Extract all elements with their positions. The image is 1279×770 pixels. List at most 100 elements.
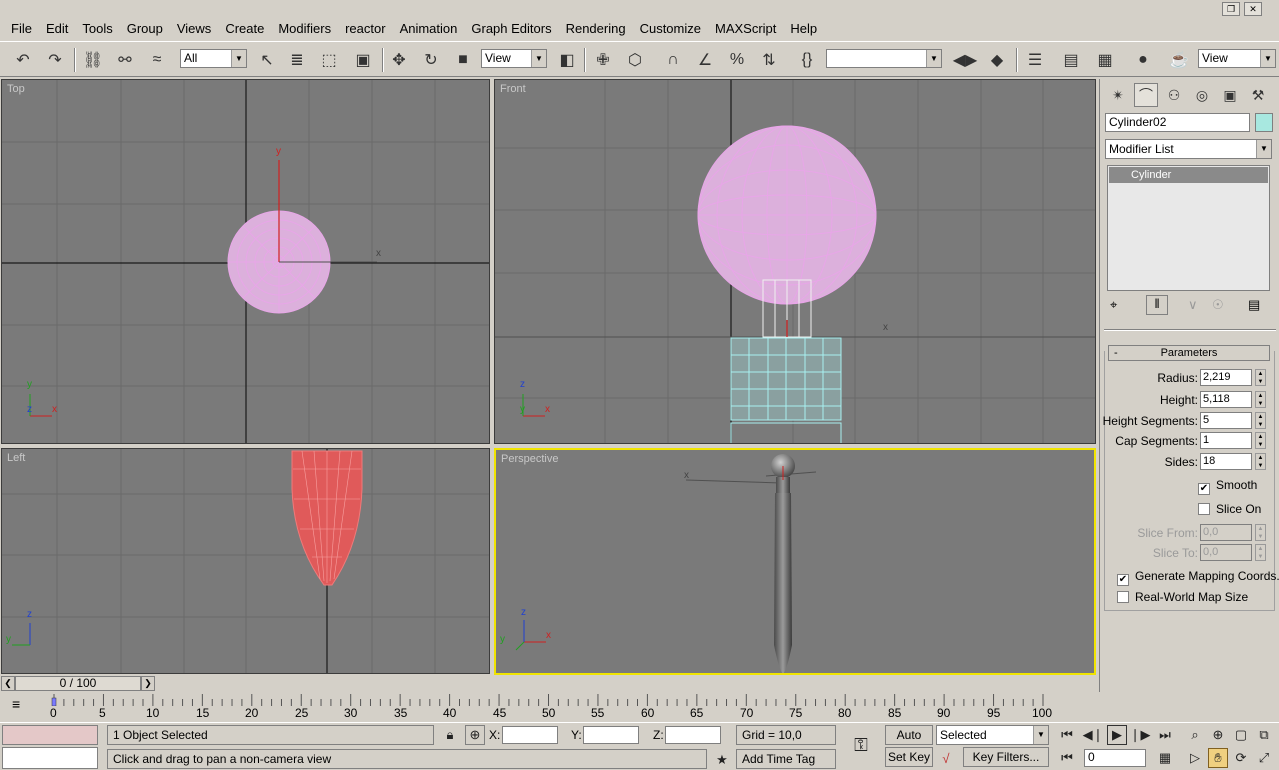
select-and-rotate-icon[interactable]: ↻ xyxy=(418,47,444,73)
layer-manager-icon[interactable]: ☰ xyxy=(1022,47,1048,73)
utilities-tab-icon[interactable]: ⚒ xyxy=(1246,83,1270,107)
set-key-button[interactable]: Set Key xyxy=(885,747,933,767)
restore-window-button[interactable]: ❐ xyxy=(1222,2,1240,16)
select-and-move-icon[interactable]: ✥ xyxy=(386,47,412,73)
snaps-toggle-icon[interactable]: ∩ xyxy=(660,47,686,73)
percent-snap-icon[interactable]: % xyxy=(724,47,750,73)
go-to-end-icon[interactable]: ⏭︎ xyxy=(1155,725,1175,745)
radius-spinner[interactable]: ▲ ▼ xyxy=(1255,369,1266,386)
menu-customize[interactable]: Customize xyxy=(633,19,708,39)
sides-input[interactable]: 18 xyxy=(1200,453,1252,470)
height-segments-spinner[interactable]: ▲ ▼ xyxy=(1255,412,1266,429)
height-segments-input[interactable]: 5 xyxy=(1200,412,1252,429)
sides-spinner[interactable]: ▲ ▼ xyxy=(1255,453,1266,470)
zoom-all-icon[interactable]: ⊕ xyxy=(1208,725,1228,745)
slice-on-checkbox[interactable]: Slice On xyxy=(1198,502,1261,518)
menu-file[interactable]: File xyxy=(4,19,39,39)
motion-tab-icon[interactable]: ◎ xyxy=(1190,83,1214,107)
menu-tools[interactable]: Tools xyxy=(75,19,119,39)
next-frame-icon[interactable]: ❘▶ xyxy=(1130,725,1151,745)
time-tag-icon[interactable]: ★ xyxy=(712,750,732,770)
reference-coordinate-dropdown[interactable]: View ▼ xyxy=(481,49,547,68)
window-crossing-icon[interactable]: ▣ xyxy=(350,47,376,73)
viewport-label-front[interactable]: Front xyxy=(500,83,526,95)
remove-modifier-icon[interactable]: ☉ xyxy=(1212,297,1224,313)
default-tangent-icon[interactable]: √ xyxy=(936,748,956,768)
height-spinner[interactable]: ▲ ▼ xyxy=(1255,391,1266,408)
time-slider-next-button[interactable]: ❯ xyxy=(141,676,155,691)
named-selection-dropdown[interactable]: ▼ xyxy=(826,49,942,68)
zoom-extents-all-icon[interactable]: ⧉ xyxy=(1254,725,1274,745)
height-input[interactable]: 5,118 xyxy=(1200,391,1252,408)
object-name-field[interactable]: Cylinder02 xyxy=(1105,113,1250,132)
close-window-button[interactable]: ✕ xyxy=(1244,2,1262,16)
menu-edit[interactable]: Edit xyxy=(39,19,75,39)
lock-selection-icon[interactable]: 🔒︎ xyxy=(440,725,460,745)
menu-rendering[interactable]: Rendering xyxy=(559,19,633,39)
cap-segments-input[interactable]: 1 xyxy=(1200,432,1252,449)
selection-filter-dropdown[interactable]: All ▼ xyxy=(180,49,247,68)
keyboard-shortcut-override-icon[interactable]: ⬡ xyxy=(622,47,648,73)
zoom-extents-icon[interactable]: ▢ xyxy=(1231,725,1251,745)
time-slider-prev-button[interactable]: ❮ xyxy=(1,676,15,691)
rectangular-selection-icon[interactable]: ⬚ xyxy=(316,47,342,73)
menu-help[interactable]: Help xyxy=(783,19,824,39)
previous-frame-icon[interactable]: ◀❘ xyxy=(1083,725,1104,745)
key-filters-button[interactable]: Key Filters... xyxy=(963,747,1049,767)
schematic-view-icon[interactable]: ▦ xyxy=(1092,47,1118,73)
viewport-label-perspective[interactable]: Perspective xyxy=(501,453,558,465)
mirror-icon[interactable]: ◀▶ xyxy=(952,47,978,73)
arc-rotate-icon[interactable]: ⟳ xyxy=(1231,748,1251,768)
menu-animation[interactable]: Animation xyxy=(393,19,465,39)
viewport-front[interactable]: Front x z y x xyxy=(494,79,1096,444)
generate-mapping-checkbox[interactable]: ✔ Generate Mapping Coords. xyxy=(1117,569,1279,586)
viewport-label-left[interactable]: Left xyxy=(7,452,25,464)
slice-from-input[interactable]: 0,0 xyxy=(1200,524,1252,541)
smooth-checkbox[interactable]: ✔ Smooth xyxy=(1198,478,1257,495)
real-world-map-checkbox[interactable]: Real-World Map Size xyxy=(1117,590,1248,606)
field-of-view-icon[interactable]: ▷ xyxy=(1185,748,1205,768)
z-coord-input[interactable] xyxy=(665,726,721,744)
zoom-icon[interactable]: ⌕ xyxy=(1185,725,1205,745)
bind-to-space-warp-icon[interactable]: ≈ xyxy=(144,47,170,73)
add-time-tag-button[interactable]: Add Time Tag xyxy=(736,749,836,769)
time-configuration-icon[interactable]: ▦ xyxy=(1155,748,1175,768)
viewport-perspective[interactable]: Perspective x z y x xyxy=(494,448,1096,675)
modify-tab-icon[interactable]: ⌒ xyxy=(1134,83,1158,107)
absolute-mode-icon[interactable]: ⊕ xyxy=(465,725,485,745)
go-to-start-icon[interactable]: ⏮︎ xyxy=(1057,725,1077,745)
pan-hand-icon[interactable]: ✋︎ xyxy=(1208,748,1228,768)
select-by-name-icon[interactable]: ≣ xyxy=(284,47,310,73)
key-mode-toggle-icon[interactable]: ⏮︎ xyxy=(1057,748,1077,768)
menu-create[interactable]: Create xyxy=(218,19,271,39)
menu-graph-editors[interactable]: Graph Editors xyxy=(464,19,558,39)
select-and-link-icon[interactable]: ⛓ xyxy=(80,47,106,73)
slice-to-input[interactable]: 0,0 xyxy=(1200,544,1252,561)
modifier-list-dropdown[interactable]: Modifier List ▼ xyxy=(1105,139,1272,159)
maxscript-listener-mini[interactable] xyxy=(2,725,98,745)
cap-segments-spinner[interactable]: ▲ ▼ xyxy=(1255,432,1266,449)
material-editor-icon[interactable]: ● xyxy=(1130,47,1156,73)
unlink-selection-icon[interactable]: ⚯ xyxy=(112,47,138,73)
key-mode-dropdown[interactable]: Selected ▼ xyxy=(936,725,1049,745)
viewport-top[interactable]: Top y x y z x xyxy=(1,79,490,444)
viewport-left[interactable]: Left z y xyxy=(1,448,490,674)
menu-modifiers[interactable]: Modifiers xyxy=(271,19,338,39)
spinner-snap-icon[interactable]: ⇅ xyxy=(756,47,782,73)
menu-views[interactable]: Views xyxy=(170,19,218,39)
stack-item-cylinder[interactable]: Cylinder xyxy=(1109,167,1268,183)
render-view-dropdown[interactable]: View ▼ xyxy=(1198,49,1276,68)
slice-to-spinner[interactable]: ▲ ▼ xyxy=(1255,544,1266,561)
menu-group[interactable]: Group xyxy=(120,19,170,39)
object-color-swatch[interactable] xyxy=(1255,113,1273,132)
maximize-viewport-icon[interactable]: ⤢ xyxy=(1254,748,1274,768)
set-key-mode-icon[interactable]: ⚿ xyxy=(846,735,876,755)
select-and-scale-icon[interactable]: ■ xyxy=(450,47,476,73)
display-tab-icon[interactable]: ▣ xyxy=(1218,83,1242,107)
edit-named-selection-icon[interactable]: {} xyxy=(794,47,820,73)
show-end-result-icon[interactable]: ‖ xyxy=(1146,295,1168,315)
maxscript-listener-input[interactable] xyxy=(2,747,98,769)
render-scene-icon[interactable]: ☕ xyxy=(1166,47,1192,73)
curve-editor-icon[interactable]: ▤ xyxy=(1058,47,1084,73)
configure-modifier-sets-icon[interactable]: ▤ xyxy=(1248,297,1260,313)
